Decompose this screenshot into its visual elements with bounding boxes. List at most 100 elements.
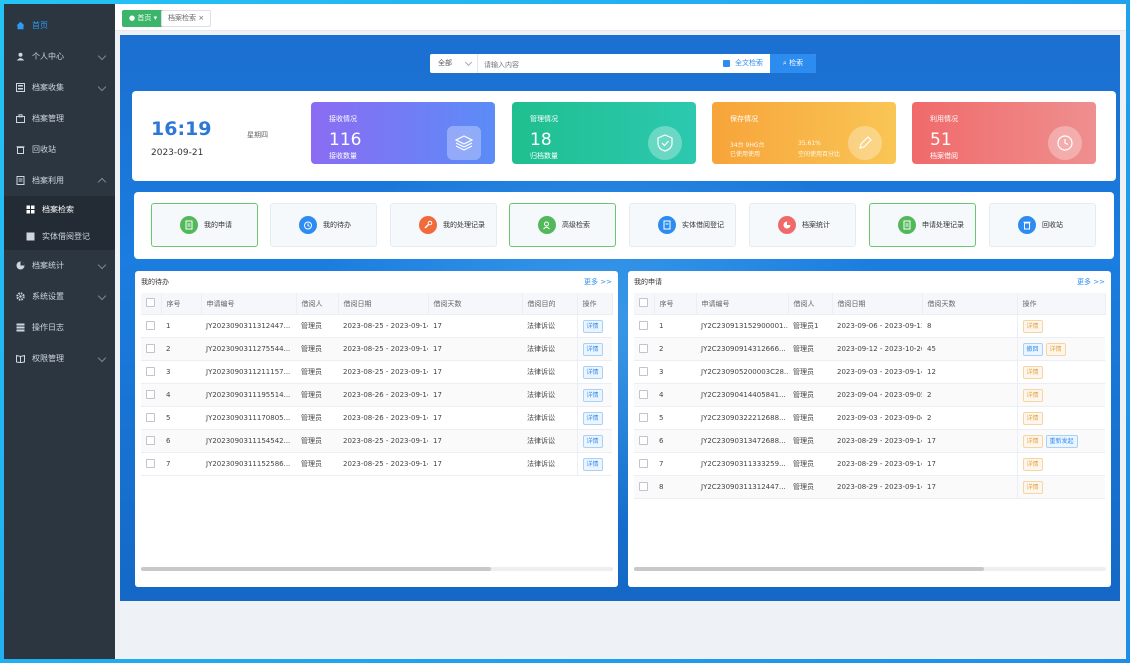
row-checkbox[interactable] bbox=[634, 475, 654, 499]
cell-op: 详情 bbox=[1016, 360, 1105, 384]
column-header: 借阅人 bbox=[788, 293, 833, 315]
search-button[interactable]: ⌕ 检索 bbox=[770, 54, 816, 73]
cell-no: 7 bbox=[654, 452, 696, 476]
search-scope-select[interactable]: 全部 bbox=[430, 54, 478, 73]
detail-button[interactable]: 详情 bbox=[582, 365, 603, 379]
row-checkbox[interactable] bbox=[141, 337, 161, 361]
scrollbar-thumb[interactable] bbox=[634, 567, 984, 571]
detail-button[interactable]: 详情 bbox=[1022, 457, 1043, 471]
card-receive[interactable]: 接收情况 116 接收数量 bbox=[311, 102, 495, 164]
close-icon[interactable]: × bbox=[198, 14, 204, 22]
select-all-checkbox[interactable] bbox=[141, 293, 162, 315]
sidebar-item-label: 实体借阅登记 bbox=[42, 232, 90, 241]
sidebar-subitem-borrow-register[interactable]: 实体借阅登记 bbox=[4, 223, 115, 250]
table-row: 7 JY2C23090311333259... 管理员 2023-08-29 - 20… bbox=[634, 452, 1105, 476]
table-row: 3 JY2023090311211157... 管理员 2023-08-25 - 20… bbox=[141, 360, 612, 384]
card-title: 利用情况 bbox=[930, 115, 958, 123]
sidebar-item-archive-manage[interactable]: 档案管理 bbox=[4, 103, 115, 134]
cell-date: 2023-08-29 - 2023-09-14 bbox=[832, 452, 922, 476]
table-row: 8 JY2C23090311312447... 管理员 2023-08-29 - 20… bbox=[634, 475, 1105, 499]
card-usage[interactable]: 利用情况 51 档案借阅 bbox=[912, 102, 1096, 164]
card-value: 18 bbox=[530, 130, 552, 150]
row-checkbox[interactable] bbox=[634, 406, 654, 430]
select-all-checkbox[interactable] bbox=[634, 293, 655, 315]
horizontal-scrollbar[interactable] bbox=[634, 567, 1106, 571]
sidebar-subitem-archive-search[interactable]: 档案检索 bbox=[4, 196, 115, 223]
row-checkbox[interactable] bbox=[141, 452, 161, 476]
resubmit-button[interactable]: 重新发起 bbox=[1045, 434, 1078, 448]
sidebar-item-archive-collect[interactable]: 档案收集 bbox=[4, 72, 115, 103]
sidebar-item-personal-center[interactable]: 个人中心 bbox=[4, 41, 115, 72]
card-storage[interactable]: 保存情况 34台 9HG台 已使用使用 35.61% 空间使用百分比 bbox=[712, 102, 896, 164]
cell-code: JY2023090311195514... bbox=[201, 383, 296, 407]
tab-home[interactable]: ● 首页 ▾ bbox=[122, 10, 165, 27]
detail-button[interactable]: 详情 bbox=[582, 388, 603, 402]
more-link[interactable]: 更多 >> bbox=[584, 277, 612, 287]
detail-button[interactable]: 详情 bbox=[1045, 342, 1066, 356]
quick-my-todo[interactable]: 我的待办 bbox=[270, 203, 377, 247]
cell-days: 17 bbox=[428, 337, 522, 361]
fulltext-checkbox[interactable] bbox=[723, 60, 730, 67]
cell-date: 2023-08-25 - 2023-09-14 bbox=[338, 314, 428, 338]
todo-panel: 我的待办 更多 >> 序号 申请编号 借阅人 借阅日期 借阅天数 借阅目的 操作 bbox=[135, 271, 618, 587]
more-link[interactable]: 更多 >> bbox=[1077, 277, 1105, 287]
horizontal-scrollbar[interactable] bbox=[141, 567, 613, 571]
cell-no: 2 bbox=[654, 337, 696, 361]
sidebar-item-statistics[interactable]: 档案统计 bbox=[4, 250, 115, 281]
cell-purpose: 法律诉讼 bbox=[522, 406, 577, 430]
sidebar-item-recycle-bin[interactable]: 回收站 bbox=[4, 134, 115, 165]
cell-code: JY2023090311152586... bbox=[201, 452, 296, 476]
quick-recycle-bin[interactable]: 回收站 bbox=[989, 203, 1096, 247]
detail-button[interactable]: 详情 bbox=[582, 342, 603, 356]
row-checkbox[interactable] bbox=[141, 429, 161, 453]
quick-apply-records[interactable]: 申请处理记录 bbox=[869, 203, 976, 247]
column-header: 申请编号 bbox=[696, 293, 789, 315]
detail-button[interactable]: 详情 bbox=[1022, 411, 1043, 425]
detail-button[interactable]: 详情 bbox=[582, 434, 603, 448]
tab-label: 首页 bbox=[137, 14, 152, 22]
detail-button[interactable]: 详情 bbox=[582, 319, 603, 333]
row-checkbox[interactable] bbox=[634, 429, 654, 453]
scrollbar-thumb[interactable] bbox=[141, 567, 491, 571]
sidebar-item-archive-use[interactable]: 档案利用 bbox=[4, 165, 115, 196]
list-icon bbox=[16, 323, 25, 332]
detail-button[interactable]: 详情 bbox=[1022, 388, 1043, 402]
card-manage[interactable]: 管理情况 18 归档数量 bbox=[512, 102, 696, 164]
detail-button[interactable]: 详情 bbox=[1022, 480, 1043, 494]
detail-button[interactable]: 详情 bbox=[1022, 434, 1043, 448]
card-value: 116 bbox=[329, 130, 362, 150]
row-checkbox[interactable] bbox=[634, 337, 654, 361]
row-checkbox[interactable] bbox=[141, 406, 161, 430]
table-row: 7 JY2023090311152586... 管理员 2023-08-25 - 20… bbox=[141, 452, 612, 476]
sidebar-item-home[interactable]: 首页 bbox=[4, 10, 115, 41]
row-checkbox[interactable] bbox=[141, 360, 161, 384]
row-checkbox[interactable] bbox=[634, 452, 654, 476]
detail-button[interactable]: 详情 bbox=[1022, 365, 1043, 379]
row-checkbox[interactable] bbox=[141, 314, 161, 338]
quick-statistics[interactable]: 档案统计 bbox=[749, 203, 856, 247]
row-checkbox[interactable] bbox=[634, 360, 654, 384]
table-row: 2 JY2023090311275544... 管理员 2023-08-25 - 20… bbox=[141, 337, 612, 361]
cell-op: 详情 bbox=[576, 314, 612, 338]
row-checkbox[interactable] bbox=[634, 383, 654, 407]
row-checkbox[interactable] bbox=[141, 383, 161, 407]
sidebar-item-label: 档案收集 bbox=[32, 83, 64, 92]
quick-borrow-register[interactable]: 实体借阅登记 bbox=[629, 203, 736, 247]
cell-code: JY2023090311312447... bbox=[201, 314, 296, 338]
detail-button[interactable]: 详情 bbox=[582, 411, 603, 425]
tab-label: 档案检索 bbox=[168, 14, 196, 22]
search-input[interactable] bbox=[482, 56, 716, 73]
tab-archive-search[interactable]: 档案检索 × bbox=[161, 10, 212, 27]
quick-my-records[interactable]: 我的处理记录 bbox=[390, 203, 497, 247]
quick-advanced-search[interactable]: 高级检索 bbox=[509, 203, 616, 247]
sidebar-item-permissions[interactable]: 权限管理 bbox=[4, 343, 115, 374]
cell-person: 管理员 bbox=[788, 360, 832, 384]
row-checkbox[interactable] bbox=[634, 314, 654, 338]
withdraw-button[interactable]: 撤回 bbox=[1022, 342, 1043, 356]
quick-my-applications[interactable]: 我的申请 bbox=[151, 203, 258, 247]
detail-button[interactable]: 详情 bbox=[582, 457, 603, 471]
sidebar-item-operation-log[interactable]: 操作日志 bbox=[4, 312, 115, 343]
sidebar-item-label: 权限管理 bbox=[32, 354, 64, 363]
detail-button[interactable]: 详情 bbox=[1022, 319, 1043, 333]
sidebar-item-settings[interactable]: 系统设置 bbox=[4, 281, 115, 312]
